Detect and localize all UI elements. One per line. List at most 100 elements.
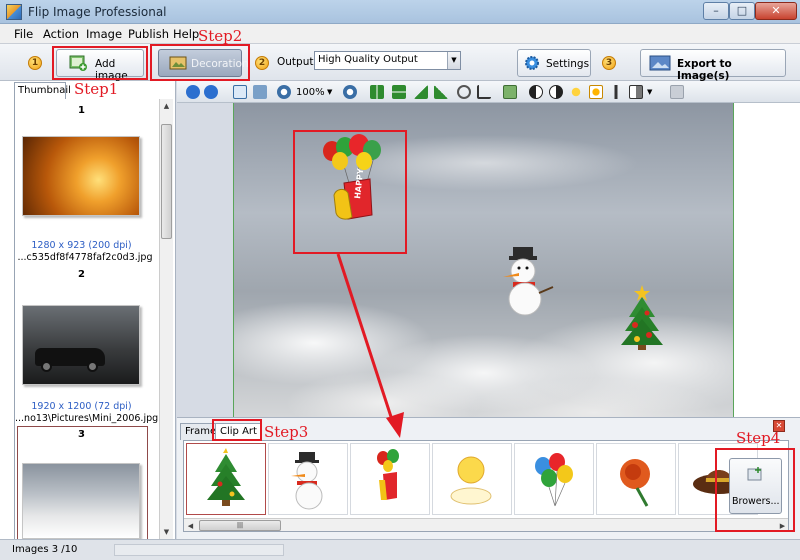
clipart-item-rose[interactable] bbox=[596, 443, 676, 515]
menu-file[interactable]: File bbox=[14, 27, 33, 41]
clipart-item-snowman[interactable] bbox=[268, 443, 348, 515]
annotation-step2: Step2 bbox=[198, 27, 243, 45]
thumbnail-scrollbar[interactable]: ▲ ▼ bbox=[159, 99, 173, 539]
annotation-arrow bbox=[336, 253, 404, 438]
last-page-icon[interactable] bbox=[204, 85, 218, 99]
scrollbar-thumb[interactable]: ||| bbox=[199, 520, 281, 531]
scrollbar-thumb[interactable] bbox=[161, 124, 172, 239]
gear-icon bbox=[525, 56, 539, 70]
zoom-out-icon[interactable] bbox=[343, 85, 357, 99]
annotation-box-step2 bbox=[150, 44, 250, 81]
output-select[interactable]: High Quality Output ▼ bbox=[314, 51, 461, 70]
scroll-up-icon[interactable]: ▲ bbox=[160, 99, 173, 113]
annotation-step1: Step1 bbox=[74, 80, 119, 98]
enhance-icon[interactable] bbox=[589, 85, 603, 99]
crop-icon[interactable] bbox=[477, 85, 491, 99]
menu-bar: File Action Image Publish Help bbox=[0, 24, 800, 44]
thumbnail-filename: ...no13\Pictures\Mini_2006.jpg bbox=[15, 413, 159, 424]
status-bar: Images 3 /10 bbox=[0, 539, 800, 560]
annotation-step3: Step3 bbox=[264, 423, 309, 441]
thumbnail-list: 1 1280 x 923 (200 dpi) ...c535df8f4778fa… bbox=[14, 99, 159, 539]
sun-cloud-icon bbox=[450, 456, 492, 505]
thumbnail-dimensions: 1280 x 923 (200 dpi) bbox=[31, 240, 132, 251]
thumbnail-number: 2 bbox=[78, 269, 85, 280]
snowman-clipart[interactable] bbox=[499, 245, 559, 317]
compare-icon[interactable] bbox=[629, 85, 643, 99]
image-toolbar: 100% ▼ ▼ bbox=[177, 81, 800, 103]
export-button[interactable]: Export to Image(s) bbox=[640, 49, 786, 82]
snowman-icon bbox=[291, 452, 323, 510]
tab-thumbnail[interactable]: Thumbnail bbox=[14, 82, 71, 99]
menu-help[interactable]: Help bbox=[173, 27, 199, 41]
chevron-down-icon[interactable]: ▼ bbox=[327, 85, 335, 99]
sharpen-icon[interactable] bbox=[609, 85, 623, 99]
brightness-icon[interactable] bbox=[549, 85, 563, 99]
clipart-item-christmas-tree[interactable] bbox=[186, 443, 266, 515]
chevron-down-icon[interactable]: ▼ bbox=[647, 85, 655, 99]
color-balloons-icon bbox=[535, 453, 573, 507]
scroll-left-icon[interactable]: ◀ bbox=[184, 519, 197, 531]
christmas-tree-icon bbox=[207, 448, 245, 506]
app-icon bbox=[6, 4, 22, 20]
output-select-value: High Quality Output bbox=[318, 54, 418, 65]
clipart-item-sun-cloud[interactable] bbox=[432, 443, 512, 515]
menu-image[interactable]: Image bbox=[86, 27, 122, 41]
balloons-icon bbox=[377, 449, 399, 500]
rotate-icon[interactable] bbox=[457, 85, 471, 99]
wheel-shape bbox=[41, 361, 52, 372]
settings-label: Settings bbox=[546, 58, 590, 70]
sun-icon[interactable] bbox=[569, 85, 583, 99]
clipart-item-balloons[interactable] bbox=[514, 443, 594, 515]
title-bar: Flip Image Professional – □ ✕ bbox=[0, 0, 800, 24]
annotation-box-clipart bbox=[293, 130, 407, 254]
clipart-item-happy-balloons[interactable] bbox=[350, 443, 430, 515]
step1-indicator: 1 bbox=[28, 56, 42, 70]
clipart-strip: ◀ ||| ▶ bbox=[183, 440, 789, 532]
menu-action[interactable]: Action bbox=[43, 27, 79, 41]
annotation-step4: Step4 bbox=[736, 429, 781, 447]
contrast-icon[interactable] bbox=[529, 85, 543, 99]
zoom-icon[interactable] bbox=[277, 85, 291, 99]
rose-icon bbox=[620, 459, 650, 507]
status-text: Images 3 /10 bbox=[12, 544, 78, 555]
thumbnail-dimensions: 1920 x 1200 (72 dpi) bbox=[31, 401, 132, 412]
first-page-icon[interactable] bbox=[186, 85, 200, 99]
maximize-button[interactable]: □ bbox=[729, 2, 755, 20]
export-label: Export to Image(s) bbox=[677, 58, 732, 82]
annotation-box-step4 bbox=[715, 448, 795, 532]
rotate-left-icon[interactable] bbox=[414, 85, 428, 99]
zoom-level: 100% bbox=[296, 87, 325, 98]
resize-icon[interactable] bbox=[503, 85, 517, 99]
window-title: Flip Image Professional bbox=[28, 5, 167, 19]
settings-button[interactable]: Settings bbox=[517, 49, 591, 77]
status-progress bbox=[114, 544, 284, 556]
move-icon[interactable] bbox=[253, 85, 267, 99]
step3-indicator: 3 bbox=[602, 56, 616, 70]
minimize-button[interactable]: – bbox=[703, 2, 729, 20]
chevron-down-icon: ▼ bbox=[447, 52, 460, 69]
clipart-scrollbar[interactable]: ◀ ||| ▶ bbox=[184, 518, 788, 531]
close-button[interactable]: ✕ bbox=[755, 2, 797, 20]
thumbnail-filename: ...c535df8f4778faf2c0d3.jpg bbox=[17, 252, 153, 263]
fit-window-icon[interactable] bbox=[233, 85, 247, 99]
flip-vertical-icon[interactable] bbox=[392, 85, 406, 99]
rotate-right-icon[interactable] bbox=[434, 85, 448, 99]
export-image-icon bbox=[649, 55, 671, 71]
thumbnail-image[interactable] bbox=[22, 136, 140, 216]
thumbnail-image[interactable] bbox=[22, 305, 140, 385]
wheel-shape bbox=[87, 361, 98, 372]
annotation-box-step1 bbox=[52, 46, 148, 80]
annotation-box-step3 bbox=[212, 419, 262, 441]
christmas-tree-clipart[interactable] bbox=[617, 283, 667, 351]
disabled-tool-icon bbox=[670, 85, 684, 99]
output-label: Output: bbox=[277, 56, 318, 68]
thumbnail-number: 1 bbox=[78, 105, 85, 116]
menu-publish[interactable]: Publish bbox=[128, 27, 169, 41]
canvas-margin bbox=[734, 103, 800, 417]
thumbnail-number: 3 bbox=[78, 429, 85, 440]
thumbnail-panel: Thumbnail 1 1280 x 923 (200 dpi) ...c535… bbox=[0, 81, 176, 539]
thumbnail-image[interactable] bbox=[22, 463, 140, 539]
step2-indicator: 2 bbox=[255, 56, 269, 70]
flip-horizontal-icon[interactable] bbox=[370, 85, 384, 99]
scroll-down-icon[interactable]: ▼ bbox=[160, 525, 173, 539]
